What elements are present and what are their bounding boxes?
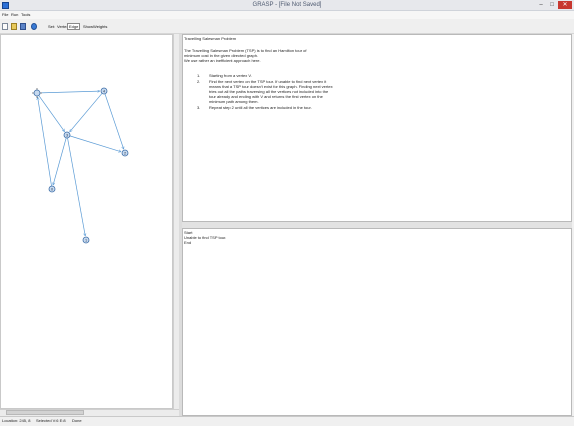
intro-line: We use rather an inefficient approach he… bbox=[184, 58, 261, 63]
graph-edge-start-v4[interactable] bbox=[39, 91, 100, 94]
status-state: Done bbox=[72, 418, 82, 423]
status-bar bbox=[0, 416, 574, 426]
graph-edge-v3-v0[interactable] bbox=[53, 137, 67, 185]
graph-edge-v4-v3[interactable] bbox=[70, 93, 103, 132]
description-title: Travelling Salesman Problem bbox=[184, 36, 237, 41]
output-log-panel: Start Unable to find TSP tour. End bbox=[182, 228, 572, 416]
scrollbar-thumb[interactable] bbox=[6, 410, 84, 415]
step-text: Starting from a vertex V. bbox=[209, 73, 252, 78]
menu-tools[interactable]: Tools bbox=[21, 12, 30, 18]
menu-run[interactable]: Run bbox=[11, 12, 18, 18]
window-title: GRASP - [File Not Saved] bbox=[252, 2, 322, 8]
graph-vertex-start[interactable] bbox=[33, 89, 41, 97]
step-number: 3. bbox=[197, 105, 201, 110]
graph-drawing[interactable]: 4 3 2 0 1 bbox=[0, 34, 173, 409]
menu-file[interactable]: File bbox=[2, 12, 8, 18]
set-label: Set: bbox=[48, 24, 56, 29]
maximize-button[interactable]: □ bbox=[547, 1, 557, 9]
step-number: 2. bbox=[197, 79, 201, 84]
graph-edge-v3-v2[interactable] bbox=[69, 135, 121, 152]
help-icon[interactable] bbox=[31, 23, 37, 30]
menu-bar bbox=[0, 11, 574, 19]
step-text: Repeat step 2 until all the vertices are… bbox=[209, 105, 312, 110]
vertex-label: 4 bbox=[103, 89, 105, 93]
edge-button[interactable]: Edge bbox=[67, 23, 81, 30]
vertex-label: 2 bbox=[124, 151, 126, 155]
graph-edge-v3-v1[interactable] bbox=[67, 137, 86, 236]
vertex-label: 1 bbox=[85, 238, 87, 242]
new-file-icon[interactable] bbox=[2, 23, 8, 30]
vertex-label: 0 bbox=[51, 187, 53, 191]
edges bbox=[38, 91, 124, 236]
step-number: 1. bbox=[197, 73, 201, 78]
graph-edge-v4-v2[interactable] bbox=[104, 93, 124, 149]
output-line: End bbox=[184, 240, 192, 245]
algorithm-description-panel: Travelling Salesman Problem The Travelli… bbox=[182, 34, 572, 222]
status-location: Location: 245, 8 bbox=[2, 418, 31, 423]
save-icon[interactable] bbox=[20, 23, 26, 30]
show-weights-button[interactable]: ShowWeights bbox=[83, 24, 107, 30]
vertex-label: 3 bbox=[66, 133, 68, 137]
step-text: minimum path among them. bbox=[209, 99, 259, 104]
graph-edge-start-v3[interactable] bbox=[38, 95, 65, 131]
status-selected: Selected V:6 E:8 bbox=[36, 418, 66, 423]
minimize-button[interactable]: – bbox=[536, 1, 546, 9]
vertices: 4 3 2 0 1 bbox=[32, 87, 129, 244]
open-folder-icon[interactable] bbox=[11, 23, 17, 30]
close-button[interactable]: ✕ bbox=[558, 1, 572, 9]
